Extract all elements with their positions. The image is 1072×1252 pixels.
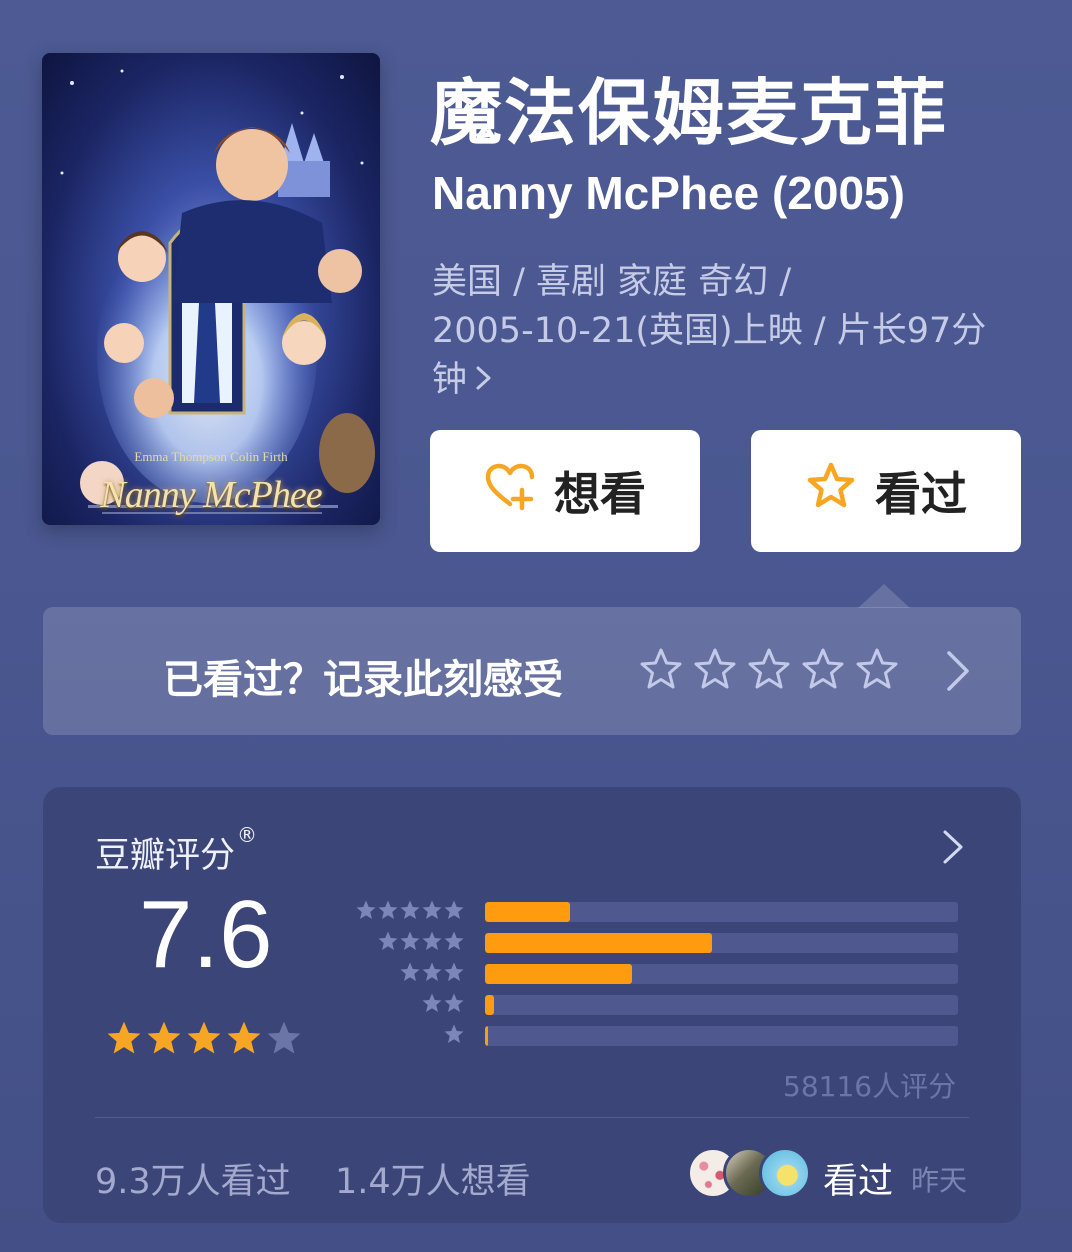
distribution-bar-track [485, 933, 958, 953]
rate-star-picker[interactable] [639, 647, 899, 695]
distribution-bar-fill [485, 964, 632, 984]
distribution-stars [443, 1023, 465, 1045]
rating-card-title: 豆瓣评分® [95, 823, 257, 878]
star-empty-icon [265, 1019, 303, 1061]
rating-score: 7.6 [139, 881, 273, 988]
star-small-icon [443, 961, 465, 983]
meta-line-release-runtime: 2005-10-21(英国)上映 / 片长97分 [432, 311, 987, 351]
movie-title-chinese: 魔法保姆麦克菲 [430, 71, 949, 155]
star-small-icon [443, 992, 465, 1014]
rating-count: 58116人评分 [783, 1070, 957, 1103]
star-small-icon [355, 899, 377, 921]
chevron-right-icon [475, 356, 493, 405]
distribution-stars [421, 992, 465, 1014]
registered-mark: ® [237, 823, 258, 847]
distribution-bar-fill [485, 1026, 488, 1046]
star-filled-icon [105, 1019, 143, 1061]
star-filled-icon [225, 1019, 263, 1061]
douban-rating-card[interactable]: 豆瓣评分® 7.6 58116人评分 9.3万人看过 1.4万人想看 看过 昨天 [43, 787, 1021, 1223]
poster-logo: Nanny McPhee [100, 474, 322, 516]
rate-star-3[interactable] [747, 647, 791, 695]
movie-poster[interactable]: Emma Thompson Colin Firth Nanny McPhee [42, 53, 380, 525]
star-small-icon [443, 1023, 465, 1045]
want-to-watch-label: 想看 [554, 467, 646, 521]
distribution-stars [377, 930, 465, 952]
star-outline-icon [805, 460, 857, 523]
divider [95, 1117, 969, 1118]
distribution-stars [355, 899, 465, 921]
meta-line-continued: 钟 [432, 356, 1032, 405]
star-small-icon [421, 899, 443, 921]
star-small-icon [443, 930, 465, 952]
distribution-bar-fill [485, 902, 571, 922]
star-small-icon [377, 899, 399, 921]
distribution-bar-track [485, 902, 958, 922]
star-small-icon [377, 930, 399, 952]
star-small-icon [399, 961, 421, 983]
star-small-icon [443, 899, 465, 921]
rate-prompt-text: 已看过？记录此刻感受 [163, 657, 563, 703]
distribution-bar-track [485, 995, 958, 1015]
movie-meta-info[interactable]: 美国 / 喜剧 家庭 奇幻 / 2005-10-21(英国)上映 / 片长97分… [432, 258, 1032, 405]
chevron-right-icon [943, 649, 973, 693]
rate-bar-pointer [858, 584, 910, 608]
rating-stars [105, 1019, 303, 1061]
poster-cast-credit: Emma Thompson Colin Firth [134, 449, 288, 464]
distribution-bar-track [485, 1026, 958, 1046]
distribution-bar-fill [485, 933, 713, 953]
rate-star-1[interactable] [639, 647, 683, 695]
meta-line-country-genre: 美国 / 喜剧 家庭 奇幻 / [432, 262, 792, 302]
distribution-stars [399, 961, 465, 983]
rate-star-5[interactable] [855, 647, 899, 695]
heart-plus-icon [484, 460, 536, 523]
friends-watched-time: 昨天 [911, 1164, 968, 1197]
rate-prompt-bar[interactable]: 已看过？记录此刻感受 [43, 607, 1021, 735]
have-watched-label: 看过 [875, 467, 967, 521]
star-filled-icon [185, 1019, 223, 1061]
star-filled-icon [145, 1019, 183, 1061]
chevron-right-icon[interactable] [941, 829, 965, 865]
rating-card-title-text: 豆瓣评分 [95, 836, 236, 876]
meta-line-continued-text: 钟 [432, 360, 468, 400]
rate-star-4[interactable] [801, 647, 845, 695]
have-watched-button[interactable]: 看过 [751, 430, 1021, 552]
star-small-icon [399, 899, 421, 921]
star-small-icon [421, 961, 443, 983]
star-small-icon [399, 930, 421, 952]
star-small-icon [421, 992, 443, 1014]
want-to-watch-button[interactable]: 想看 [430, 430, 700, 552]
star-small-icon [421, 930, 443, 952]
distribution-bar-track [485, 964, 958, 984]
seen-count-stat[interactable]: 9.3万人看过 [95, 1153, 291, 1204]
distribution-bar-fill [485, 995, 495, 1015]
rate-star-2[interactable] [693, 647, 737, 695]
friend-avatars[interactable] [687, 1147, 817, 1199]
movie-title-english: Nanny McPhee (2005) [432, 167, 905, 219]
want-count-stat[interactable]: 1.4万人想看 [335, 1153, 531, 1204]
friends-watched-label: 看过 [823, 1162, 894, 1202]
avatar [759, 1147, 811, 1199]
